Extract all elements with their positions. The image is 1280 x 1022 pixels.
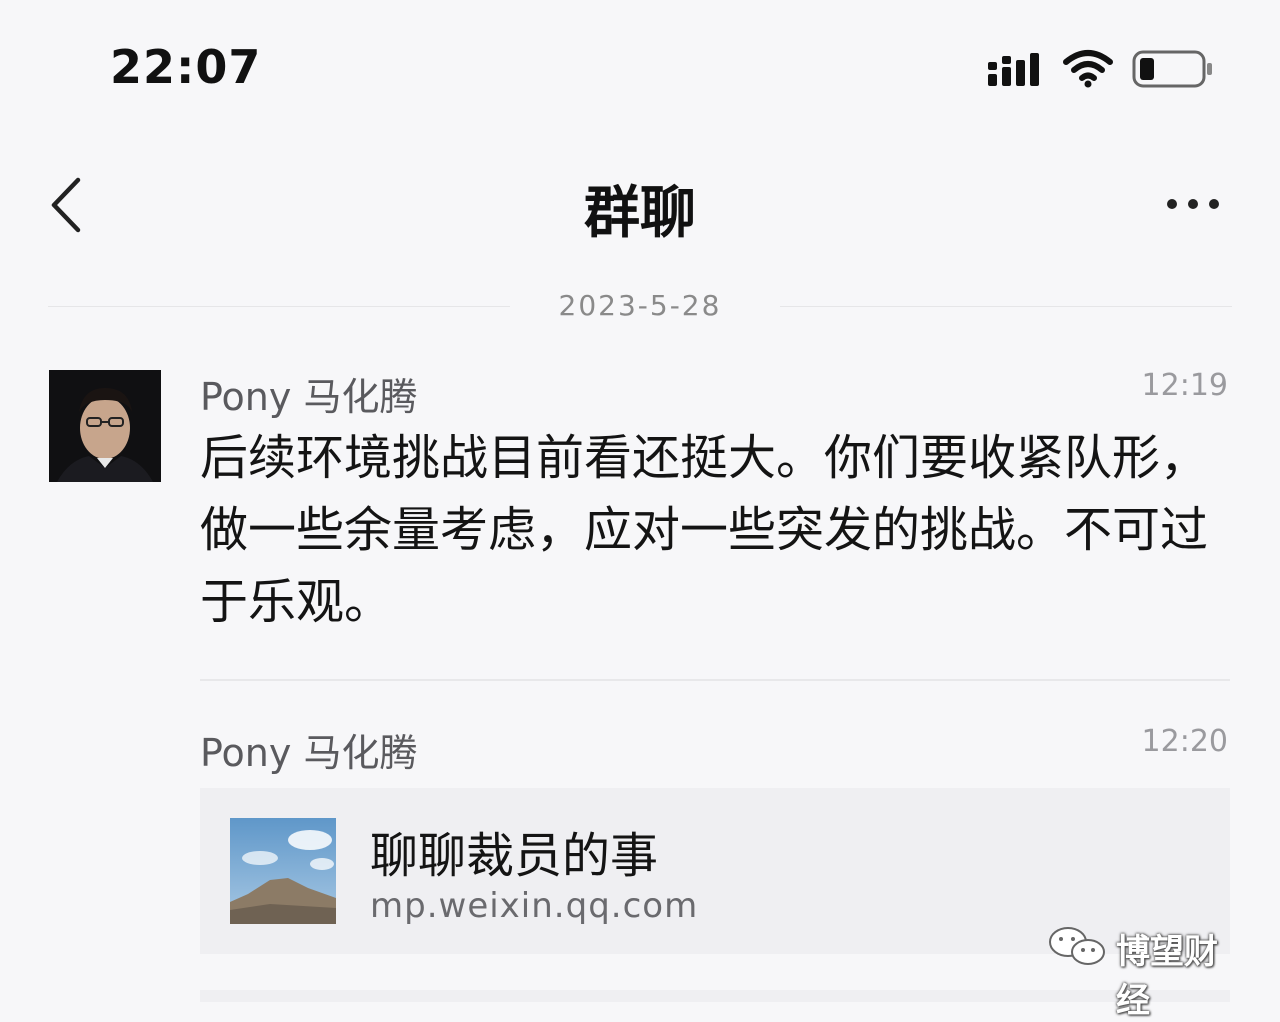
- wifi-icon: [1063, 50, 1113, 88]
- message-time: 12:20: [1141, 724, 1228, 759]
- link-title: 聊聊裁员的事: [370, 828, 659, 884]
- nav-bar: 群聊: [0, 150, 1280, 260]
- page-title: 群聊: [584, 181, 696, 246]
- status-bar: 22:07: [0, 0, 1280, 130]
- link-thumbnail: [230, 818, 336, 924]
- message-time: 12:19: [1141, 368, 1228, 403]
- date-divider: 2023-5-28: [48, 285, 1232, 329]
- sender-name: Pony 马化腾: [200, 731, 418, 775]
- watermark: 博望财经: [1044, 920, 1244, 1021]
- signal-icon: [988, 53, 1039, 86]
- battery-icon: [1132, 50, 1212, 88]
- more-button[interactable]: [1150, 180, 1240, 230]
- message-separator: [200, 679, 1230, 681]
- date-label: 2023-5-28: [558, 289, 722, 322]
- landscape-thumbnail-icon: [230, 818, 336, 924]
- avatar-portrait-icon: [49, 370, 161, 482]
- avatar[interactable]: [49, 370, 161, 482]
- next-card-edge: [200, 990, 1230, 1002]
- wechat-logo-icon: [1049, 927, 1105, 965]
- link-url: mp.weixin.qq.com: [370, 886, 699, 926]
- more-dots-icon: [1167, 199, 1219, 209]
- message-text[interactable]: 后续环境挑战目前看还挺大。你们要收紧队形，做一些余量考虑，应对一些突发的挑战。不…: [200, 422, 1210, 638]
- status-time: 22:07: [110, 40, 262, 94]
- watermark-text: 博望财经: [1116, 932, 1218, 1021]
- sender-name: Pony 马化腾: [200, 375, 418, 419]
